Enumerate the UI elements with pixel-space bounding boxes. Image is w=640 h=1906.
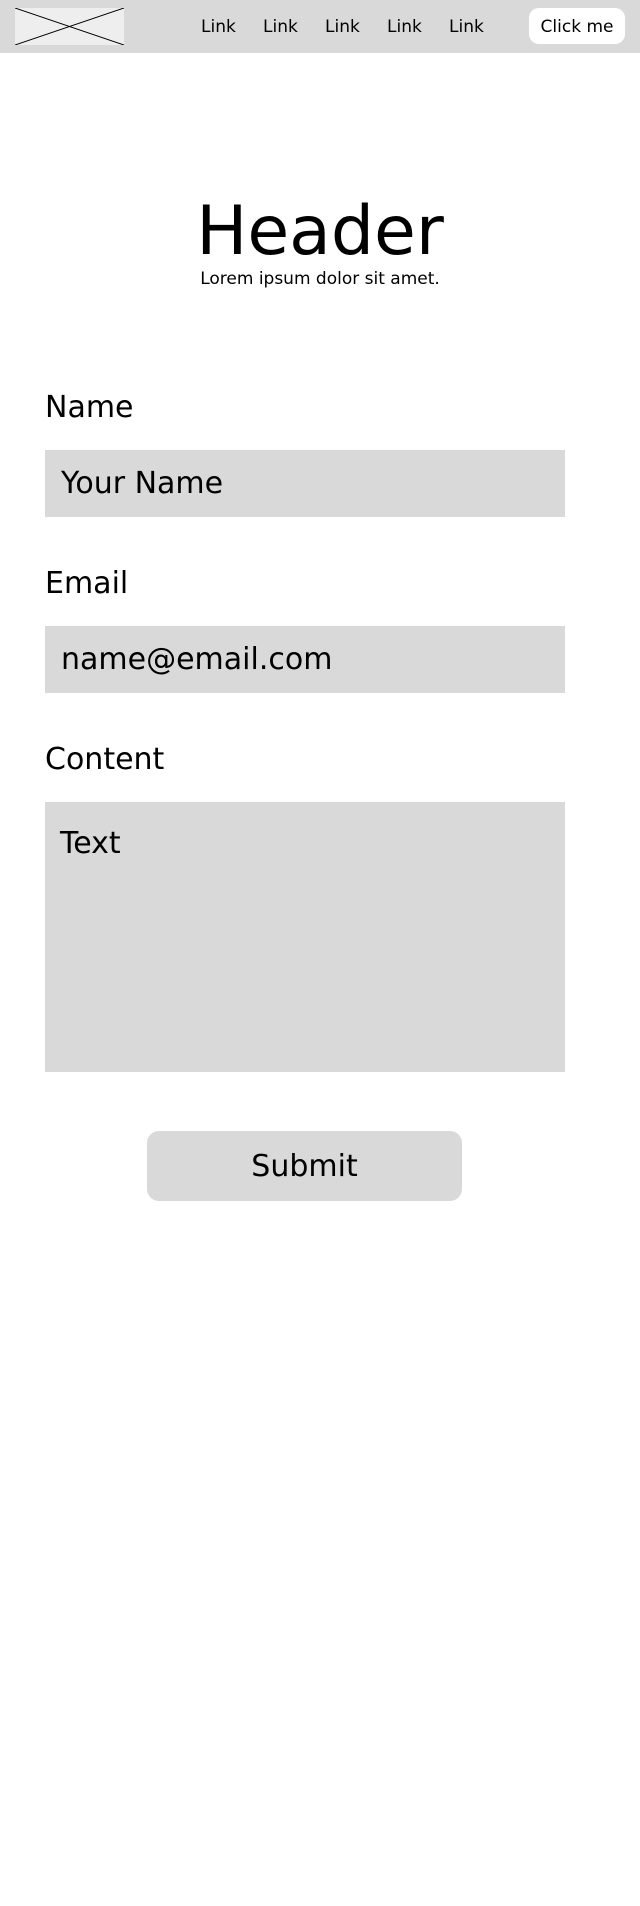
submit-button[interactable]: Submit: [147, 1131, 462, 1201]
name-field[interactable]: [45, 450, 565, 517]
logo-placeholder[interactable]: [15, 8, 124, 45]
page-subtitle: Lorem ipsum dolor sit amet.: [200, 269, 440, 289]
content-label: Content: [45, 742, 165, 777]
nav-link-2[interactable]: Link: [263, 16, 298, 38]
email-label: Email: [45, 566, 129, 601]
email-field[interactable]: [45, 626, 565, 693]
nav-link-1[interactable]: Link: [201, 16, 236, 38]
nav-link-4[interactable]: Link: [387, 16, 422, 38]
image-placeholder-icon: [15, 8, 124, 45]
nav-link-3[interactable]: Link: [325, 16, 360, 38]
nav-link-5[interactable]: Link: [449, 16, 484, 38]
navbar: Link Link Link Link Link Click me: [0, 0, 640, 53]
page-title: Header: [196, 192, 444, 271]
name-label: Name: [45, 390, 134, 425]
content-textarea[interactable]: [45, 802, 565, 1072]
click-me-button[interactable]: Click me: [529, 8, 625, 44]
